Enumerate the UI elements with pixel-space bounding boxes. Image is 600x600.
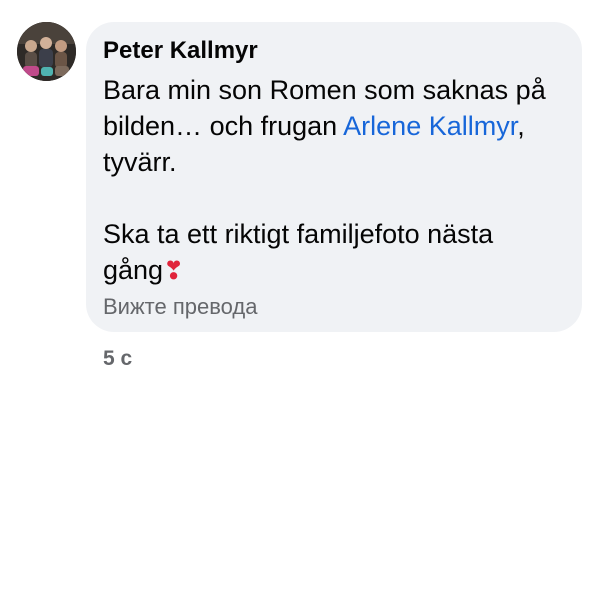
comment-thread: Peter Kallmyr Bara min son Romen som sak… <box>0 0 600 600</box>
mention-link[interactable]: Arlene Kallmyr <box>343 111 517 141</box>
avatar[interactable] <box>17 22 76 81</box>
see-translation-link[interactable]: Вижте превода <box>103 293 566 321</box>
comment-timestamp[interactable]: 5 с <box>103 346 132 372</box>
comment-author-name[interactable]: Peter Kallmyr <box>103 36 566 66</box>
comment-text-2: Ska ta ett riktigt familjefoto nästa gån… <box>103 219 494 285</box>
comment-paragraph-2: Ska ta ett riktigt familjefoto nästa gån… <box>103 216 566 289</box>
comment-bubble: Peter Kallmyr Bara min son Romen som sak… <box>86 22 582 332</box>
group-photo-avatar-icon <box>17 22 76 81</box>
heart-exclamation-icon: ❣ <box>163 256 185 285</box>
comment-body: Bara min son Romen som saknas på bilden…… <box>103 72 566 289</box>
